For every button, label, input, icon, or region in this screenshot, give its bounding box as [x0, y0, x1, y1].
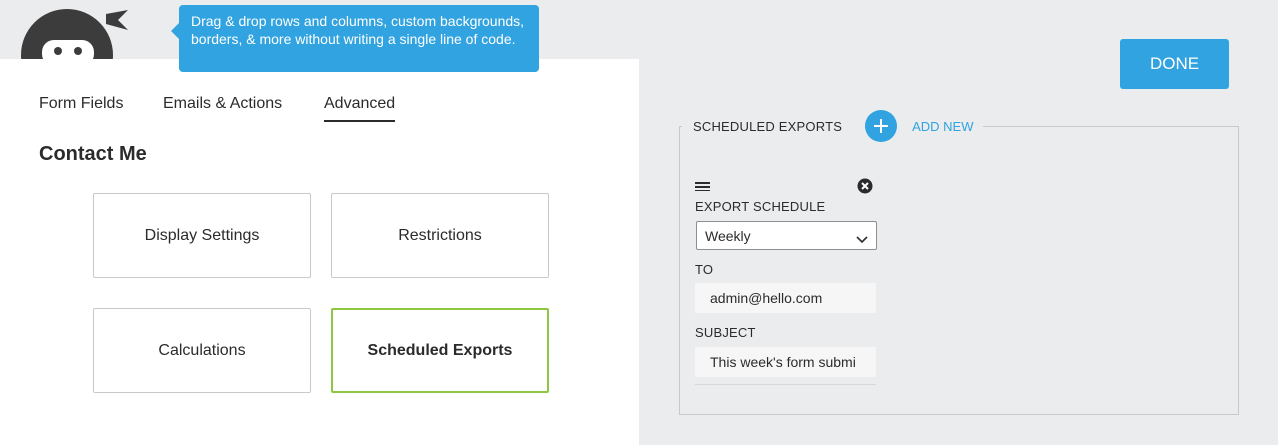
export-schedule-label: EXPORT SCHEDULE	[695, 199, 826, 214]
card-label: Scheduled Exports	[367, 341, 513, 359]
add-new-button[interactable]	[865, 110, 898, 142]
to-label: TO	[695, 262, 714, 277]
card-restrictions[interactable]: Restrictions	[331, 193, 549, 278]
card-calculations[interactable]: Calculations	[93, 308, 311, 393]
fieldset-legend: SCHEDULED EXPORTS ADD NEW	[682, 110, 984, 142]
chevron-down-icon	[856, 231, 868, 247]
tab-advanced[interactable]: Advanced	[324, 95, 396, 122]
card-label: Display Settings	[144, 226, 260, 244]
to-email-input[interactable]: admin@hello.com	[695, 283, 876, 313]
add-new-link[interactable]: ADD NEW	[912, 119, 973, 134]
section-title: SCHEDULED EXPORTS	[693, 118, 843, 134]
card-scheduled-exports[interactable]: Scheduled Exports	[331, 308, 549, 393]
subject-label: SUBJECT	[695, 325, 756, 340]
divider	[695, 384, 876, 385]
subject-input[interactable]: This week's form submi	[695, 347, 876, 377]
tab-form-fields[interactable]: Form Fields	[39, 95, 123, 120]
tooltip-text: Drag & drop rows and columns, custom bac…	[191, 13, 525, 47]
card-label: Calculations	[158, 341, 246, 359]
builder-tooltip: Drag & drop rows and columns, custom bac…	[171, 5, 539, 72]
card-label: Restrictions	[398, 226, 482, 244]
export-schedule-select[interactable]: Weekly	[696, 221, 877, 250]
card-display-settings[interactable]: Display Settings	[93, 193, 311, 278]
export-schedule-value: Weekly	[705, 228, 751, 244]
ninja-logo	[20, 0, 132, 60]
form-title: Contact Me	[39, 143, 147, 165]
plus-icon	[874, 119, 889, 133]
drag-handle-icon[interactable]	[695, 178, 715, 196]
tab-emails-actions[interactable]: Emails & Actions	[163, 95, 282, 120]
done-button[interactable]: DONE	[1120, 39, 1229, 89]
close-circle-icon[interactable]	[857, 178, 874, 195]
